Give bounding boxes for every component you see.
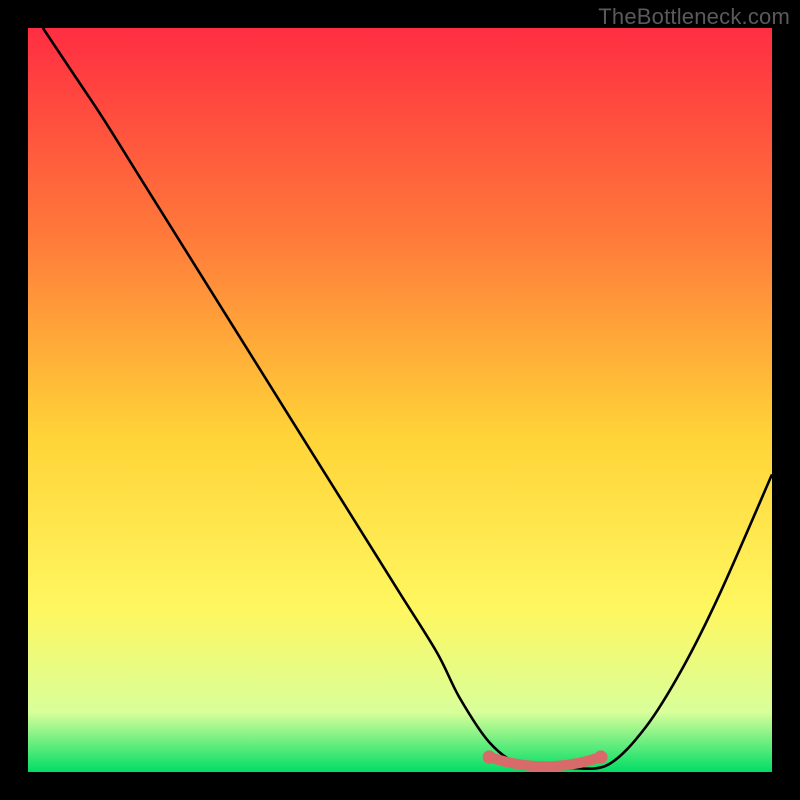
optimal-range-marker [489,757,601,766]
optimal-range-end-dot [594,750,607,763]
optimal-range-start-dot [483,750,496,763]
bottleneck-curve [43,28,772,769]
chart-frame: TheBottleneck.com [0,0,800,800]
curve-layer [28,28,772,772]
plot-area [28,28,772,772]
watermark-text: TheBottleneck.com [598,4,790,30]
